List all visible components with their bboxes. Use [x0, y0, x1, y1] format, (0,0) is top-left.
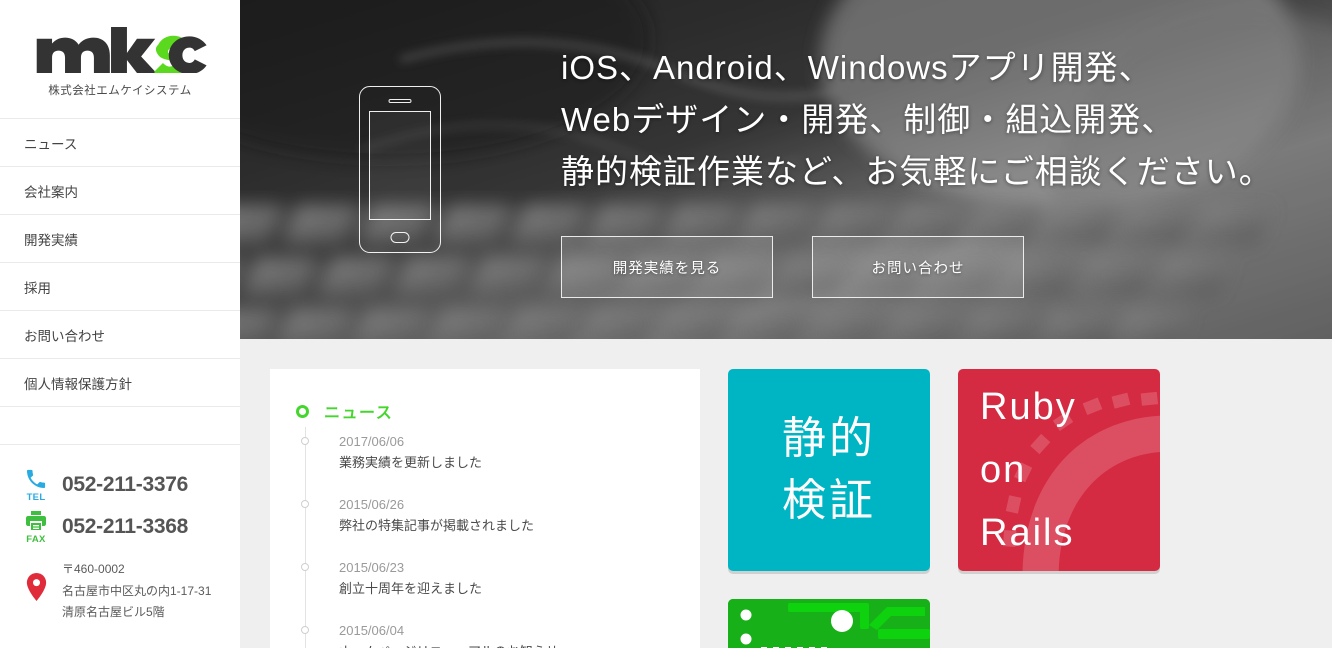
sidebar-item-privacy[interactable]: 個人情報保護方針	[0, 359, 240, 407]
view-works-button[interactable]: 開発実績を見る	[561, 236, 773, 298]
page-root: 株式会社エムケイシステム ニュース 会社案内 開発実績 採用 お問い合わせ 個人…	[0, 0, 1332, 648]
sidebar-item-works[interactable]: 開発実績	[0, 215, 240, 263]
contact-address-row: 〒460-0002 名古屋市中区丸の内1-17-31 清原名古屋ビル5階	[0, 559, 240, 624]
news-item-date: 2015/06/23	[339, 560, 405, 575]
news-list-item[interactable]: 2017/06/06 業務実績を更新しました	[301, 431, 670, 494]
news-item-bullet-icon	[301, 626, 309, 634]
fax-icon	[26, 511, 46, 530]
hero-headline-line-3: 静的検証作業など、お気軽にご相談ください。	[561, 153, 1273, 190]
sidebar-item-company[interactable]: 会社案内	[0, 167, 240, 215]
promo-card-embedded-circuit[interactable]	[728, 599, 930, 648]
static-verification-line-1: 静的	[782, 414, 876, 463]
sidebar-contact-block: TEL 052-211-3376 FAX 052-211-3368 〒460-0…	[0, 445, 240, 624]
tel-number: 052-211-3376	[62, 473, 189, 496]
sidebar-item-contact[interactable]: お問い合わせ	[0, 311, 240, 359]
promo-card-ruby-on-rails[interactable]: Ruby on Rails	[958, 369, 1160, 571]
news-item-title[interactable]: 業務実績を更新しました	[339, 452, 670, 474]
tel-icon-group: TEL	[16, 467, 56, 503]
contact-button[interactable]: お問い合わせ	[812, 236, 1024, 298]
main-content: iOS、Android、Windowsアプリ開発、 Webデザイン・開発、制御・…	[240, 0, 1332, 648]
sidebar-nav-spacer	[0, 407, 240, 445]
phone-screen	[369, 111, 431, 220]
news-panel: ニュース 2017/06/06 業務実績を更新しました 2015/06/26 弊…	[270, 369, 700, 648]
static-verification-line-2: 検証	[782, 476, 876, 525]
rails-line-1: Ruby	[980, 385, 1077, 428]
news-section-title: ニュース	[324, 405, 394, 422]
news-item-bullet-icon	[301, 563, 309, 571]
promo-card-static-verification[interactable]: 静的 検証	[728, 369, 930, 571]
news-item-date: 2015/06/04	[339, 623, 405, 638]
phone-speaker	[388, 99, 412, 103]
promo-card-label: 静的 検証	[728, 369, 930, 571]
company-name: 株式会社エムケイシステム	[48, 84, 192, 97]
sidebar-item-news[interactable]: ニュース	[0, 119, 240, 167]
news-item-title[interactable]: 創立十周年を迎えました	[339, 578, 670, 600]
phone-home-button	[390, 232, 410, 243]
address-line-3: 清原名古屋ビル5階	[62, 605, 165, 619]
news-list-item[interactable]: 2015/06/04 ホームページリニューアルのお知らせ	[301, 620, 670, 648]
news-header: ニュース	[296, 399, 670, 423]
brand-logo-block[interactable]: 株式会社エムケイシステム	[0, 0, 240, 118]
sidebar: 株式会社エムケイシステム ニュース 会社案内 開発実績 採用 お問い合わせ 個人…	[0, 0, 240, 648]
contact-fax-row[interactable]: FAX 052-211-3368	[0, 509, 240, 545]
phone-icon	[27, 469, 46, 488]
hero-headline: iOS、Android、Windowsアプリ開発、 Webデザイン・開発、制御・…	[561, 42, 1273, 198]
news-item-date: 2015/06/26	[339, 497, 405, 512]
sidebar-item-recruit[interactable]: 採用	[0, 263, 240, 311]
address-line-2: 名古屋市中区丸の内1-17-31	[62, 583, 212, 598]
promo-card-row-2	[728, 599, 1160, 648]
news-item-title[interactable]: 弊社の特集記事が掲載されました	[339, 515, 670, 537]
tel-label: TEL	[26, 492, 46, 503]
location-pin-icon	[26, 573, 46, 601]
news-item-title[interactable]: ホームページリニューアルのお知らせ	[339, 641, 670, 648]
rails-line-2: on	[980, 448, 1027, 491]
smartphone-illustration-icon	[359, 86, 441, 253]
news-item-bullet-icon	[301, 437, 309, 445]
location-pin-icon-group	[16, 559, 56, 601]
news-item-bullet-icon	[301, 500, 309, 508]
news-bullet-icon	[296, 404, 309, 418]
contact-tel-row[interactable]: TEL 052-211-3376	[0, 467, 240, 503]
mksc-logo-icon	[36, 26, 207, 73]
hero-banner: iOS、Android、Windowsアプリ開発、 Webデザイン・開発、制御・…	[240, 0, 1332, 339]
fax-number: 052-211-3368	[62, 515, 189, 538]
promo-card-row-1: 静的 検証 Ruby on Rails	[728, 369, 1160, 571]
sidebar-nav: ニュース 会社案内 開発実績 採用 お問い合わせ 個人情報保護方針	[0, 118, 240, 445]
news-list: 2017/06/06 業務実績を更新しました 2015/06/26 弊社の特集記…	[301, 427, 670, 648]
promo-card-grid: 静的 検証 Ruby on Rails	[728, 369, 1160, 648]
content-area: ニュース 2017/06/06 業務実績を更新しました 2015/06/26 弊…	[240, 339, 1332, 648]
address-text: 〒460-0002 名古屋市中区丸の内1-17-31 清原名古屋ビル5階	[62, 559, 211, 624]
hero-button-group: 開発実績を見る お問い合わせ	[561, 236, 1024, 298]
news-item-date: 2017/06/06	[339, 434, 405, 449]
news-list-item[interactable]: 2015/06/23 創立十周年を迎えました	[301, 557, 670, 620]
circuit-board-icon	[728, 599, 930, 648]
hero-headline-line-1: iOS、Android、Windowsアプリ開発、	[561, 49, 1153, 86]
news-list-item[interactable]: 2015/06/26 弊社の特集記事が掲載されました	[301, 494, 670, 557]
rails-line-3: Rails	[980, 511, 1075, 554]
fax-icon-group: FAX	[16, 509, 56, 545]
hero-headline-line-2: Webデザイン・開発、制御・組込開発、	[561, 101, 1176, 138]
promo-card-label: Ruby on Rails	[958, 369, 1160, 571]
fax-label: FAX	[26, 534, 46, 545]
address-line-1: 〒460-0002	[62, 562, 125, 576]
